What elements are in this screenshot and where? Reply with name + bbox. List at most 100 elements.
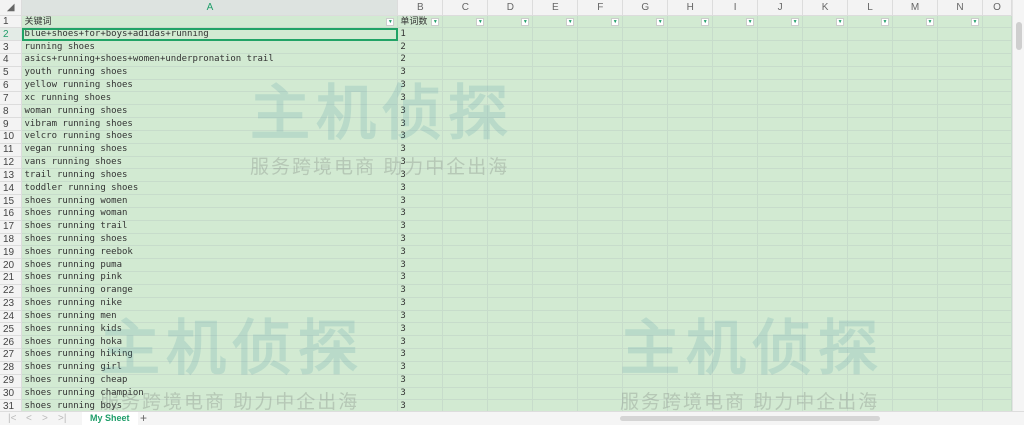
empty-cell[interactable] [622, 207, 669, 221]
empty-cell[interactable] [892, 156, 938, 170]
empty-cell[interactable] [577, 53, 624, 67]
empty-cell[interactable] [757, 233, 804, 247]
empty-cell[interactable] [847, 156, 894, 170]
empty-cell[interactable] [667, 168, 714, 183]
empty-cell[interactable] [757, 27, 804, 42]
empty-cell[interactable] [442, 310, 489, 324]
empty-cell[interactable] [892, 387, 938, 401]
row-header[interactable]: 19 [0, 245, 23, 260]
empty-cell[interactable] [532, 194, 579, 208]
empty-cell[interactable] [487, 233, 534, 247]
word-count-cell[interactable]: 3 [397, 168, 444, 183]
empty-cell[interactable] [487, 130, 534, 144]
empty-cell[interactable] [937, 322, 983, 337]
empty-cell[interactable] [577, 284, 624, 298]
empty-cell[interactable] [622, 348, 669, 362]
empty-cell[interactable] [802, 310, 849, 324]
empty-cell[interactable] [757, 284, 804, 298]
filter-dropdown-icon[interactable]: ▼ [431, 17, 440, 26]
empty-cell[interactable] [847, 130, 894, 144]
empty-cell[interactable] [622, 284, 669, 298]
empty-cell[interactable] [487, 258, 534, 273]
keyword-cell[interactable]: shoes running reebok [21, 245, 399, 260]
empty-cell[interactable] [487, 335, 534, 350]
empty-cell[interactable] [667, 143, 714, 157]
empty-cell[interactable] [802, 348, 849, 362]
empty-cell[interactable] [577, 310, 624, 324]
word-count-cell[interactable]: 3 [397, 104, 444, 119]
empty-cell[interactable] [847, 79, 894, 93]
empty-cell[interactable] [982, 258, 1012, 273]
filter-dropdown-icon[interactable]: ▼ [611, 17, 620, 26]
empty-cell[interactable] [892, 233, 938, 247]
empty-cell[interactable] [982, 297, 1012, 311]
word-count-cell[interactable]: 3 [397, 387, 444, 401]
keyword-cell[interactable]: shoes running puma [21, 258, 399, 273]
empty-cell[interactable] [757, 181, 804, 196]
empty-cell[interactable] [712, 258, 759, 273]
empty-cell[interactable] [892, 66, 938, 80]
empty-cell[interactable] [712, 245, 759, 260]
empty-cell[interactable] [937, 348, 983, 362]
empty-cell[interactable] [982, 387, 1012, 401]
empty-cell[interactable] [937, 220, 983, 234]
empty-cell[interactable] [667, 117, 714, 131]
empty-cell[interactable] [937, 399, 983, 411]
empty-cell[interactable] [847, 104, 894, 119]
keyword-cell[interactable]: toddler running shoes [21, 181, 399, 196]
empty-cell[interactable] [577, 220, 624, 234]
empty-cell[interactable] [532, 271, 579, 285]
empty-cell[interactable] [802, 220, 849, 234]
word-count-cell[interactable]: 3 [397, 91, 444, 106]
empty-cell[interactable] [622, 91, 669, 106]
filter-dropdown-icon[interactable]: ▼ [746, 17, 755, 26]
empty-cell[interactable] [757, 143, 804, 157]
filter-header-cell[interactable]: ▼ [487, 15, 534, 29]
empty-cell[interactable] [712, 374, 759, 388]
empty-cell[interactable] [712, 322, 759, 337]
empty-cell[interactable] [982, 374, 1012, 388]
empty-cell[interactable] [892, 322, 938, 337]
empty-cell[interactable] [577, 258, 624, 273]
empty-cell[interactable] [802, 207, 849, 221]
empty-cell[interactable] [847, 233, 894, 247]
empty-cell[interactable] [577, 130, 624, 144]
row-header[interactable]: 15 [0, 194, 23, 208]
empty-cell[interactable] [802, 79, 849, 93]
row-header[interactable]: 7 [0, 91, 23, 106]
empty-cell[interactable] [487, 143, 534, 157]
row-header[interactable]: 25 [0, 322, 23, 337]
empty-cell[interactable] [802, 258, 849, 273]
empty-cell[interactable] [577, 27, 624, 42]
empty-cell[interactable] [532, 104, 579, 119]
empty-cell[interactable] [892, 284, 938, 298]
empty-cell[interactable] [667, 66, 714, 80]
empty-cell[interactable] [622, 53, 669, 67]
empty-cell[interactable] [577, 168, 624, 183]
empty-cell[interactable] [487, 374, 534, 388]
empty-cell[interactable] [487, 91, 534, 106]
empty-cell[interactable] [577, 117, 624, 131]
empty-cell[interactable] [847, 117, 894, 131]
keyword-cell[interactable]: shoes running women [21, 194, 399, 208]
column-header-E[interactable]: E [532, 0, 579, 16]
empty-cell[interactable] [712, 168, 759, 183]
empty-cell[interactable] [802, 245, 849, 260]
empty-cell[interactable] [667, 207, 714, 221]
empty-cell[interactable] [487, 181, 534, 196]
empty-cell[interactable] [577, 40, 624, 54]
empty-cell[interactable] [802, 335, 849, 350]
empty-cell[interactable] [532, 40, 579, 54]
empty-cell[interactable] [937, 168, 983, 183]
keyword-cell[interactable]: blue+shoes+for+boys+adidas+running [21, 27, 399, 42]
empty-cell[interactable] [712, 220, 759, 234]
empty-cell[interactable] [667, 361, 714, 375]
empty-cell[interactable] [577, 348, 624, 362]
add-sheet-icon[interactable]: + [140, 411, 147, 425]
empty-cell[interactable] [487, 117, 534, 131]
empty-cell[interactable] [487, 207, 534, 221]
empty-cell[interactable] [982, 66, 1012, 80]
empty-cell[interactable] [982, 91, 1012, 106]
empty-cell[interactable] [757, 117, 804, 131]
column-header-L[interactable]: L [847, 0, 894, 16]
